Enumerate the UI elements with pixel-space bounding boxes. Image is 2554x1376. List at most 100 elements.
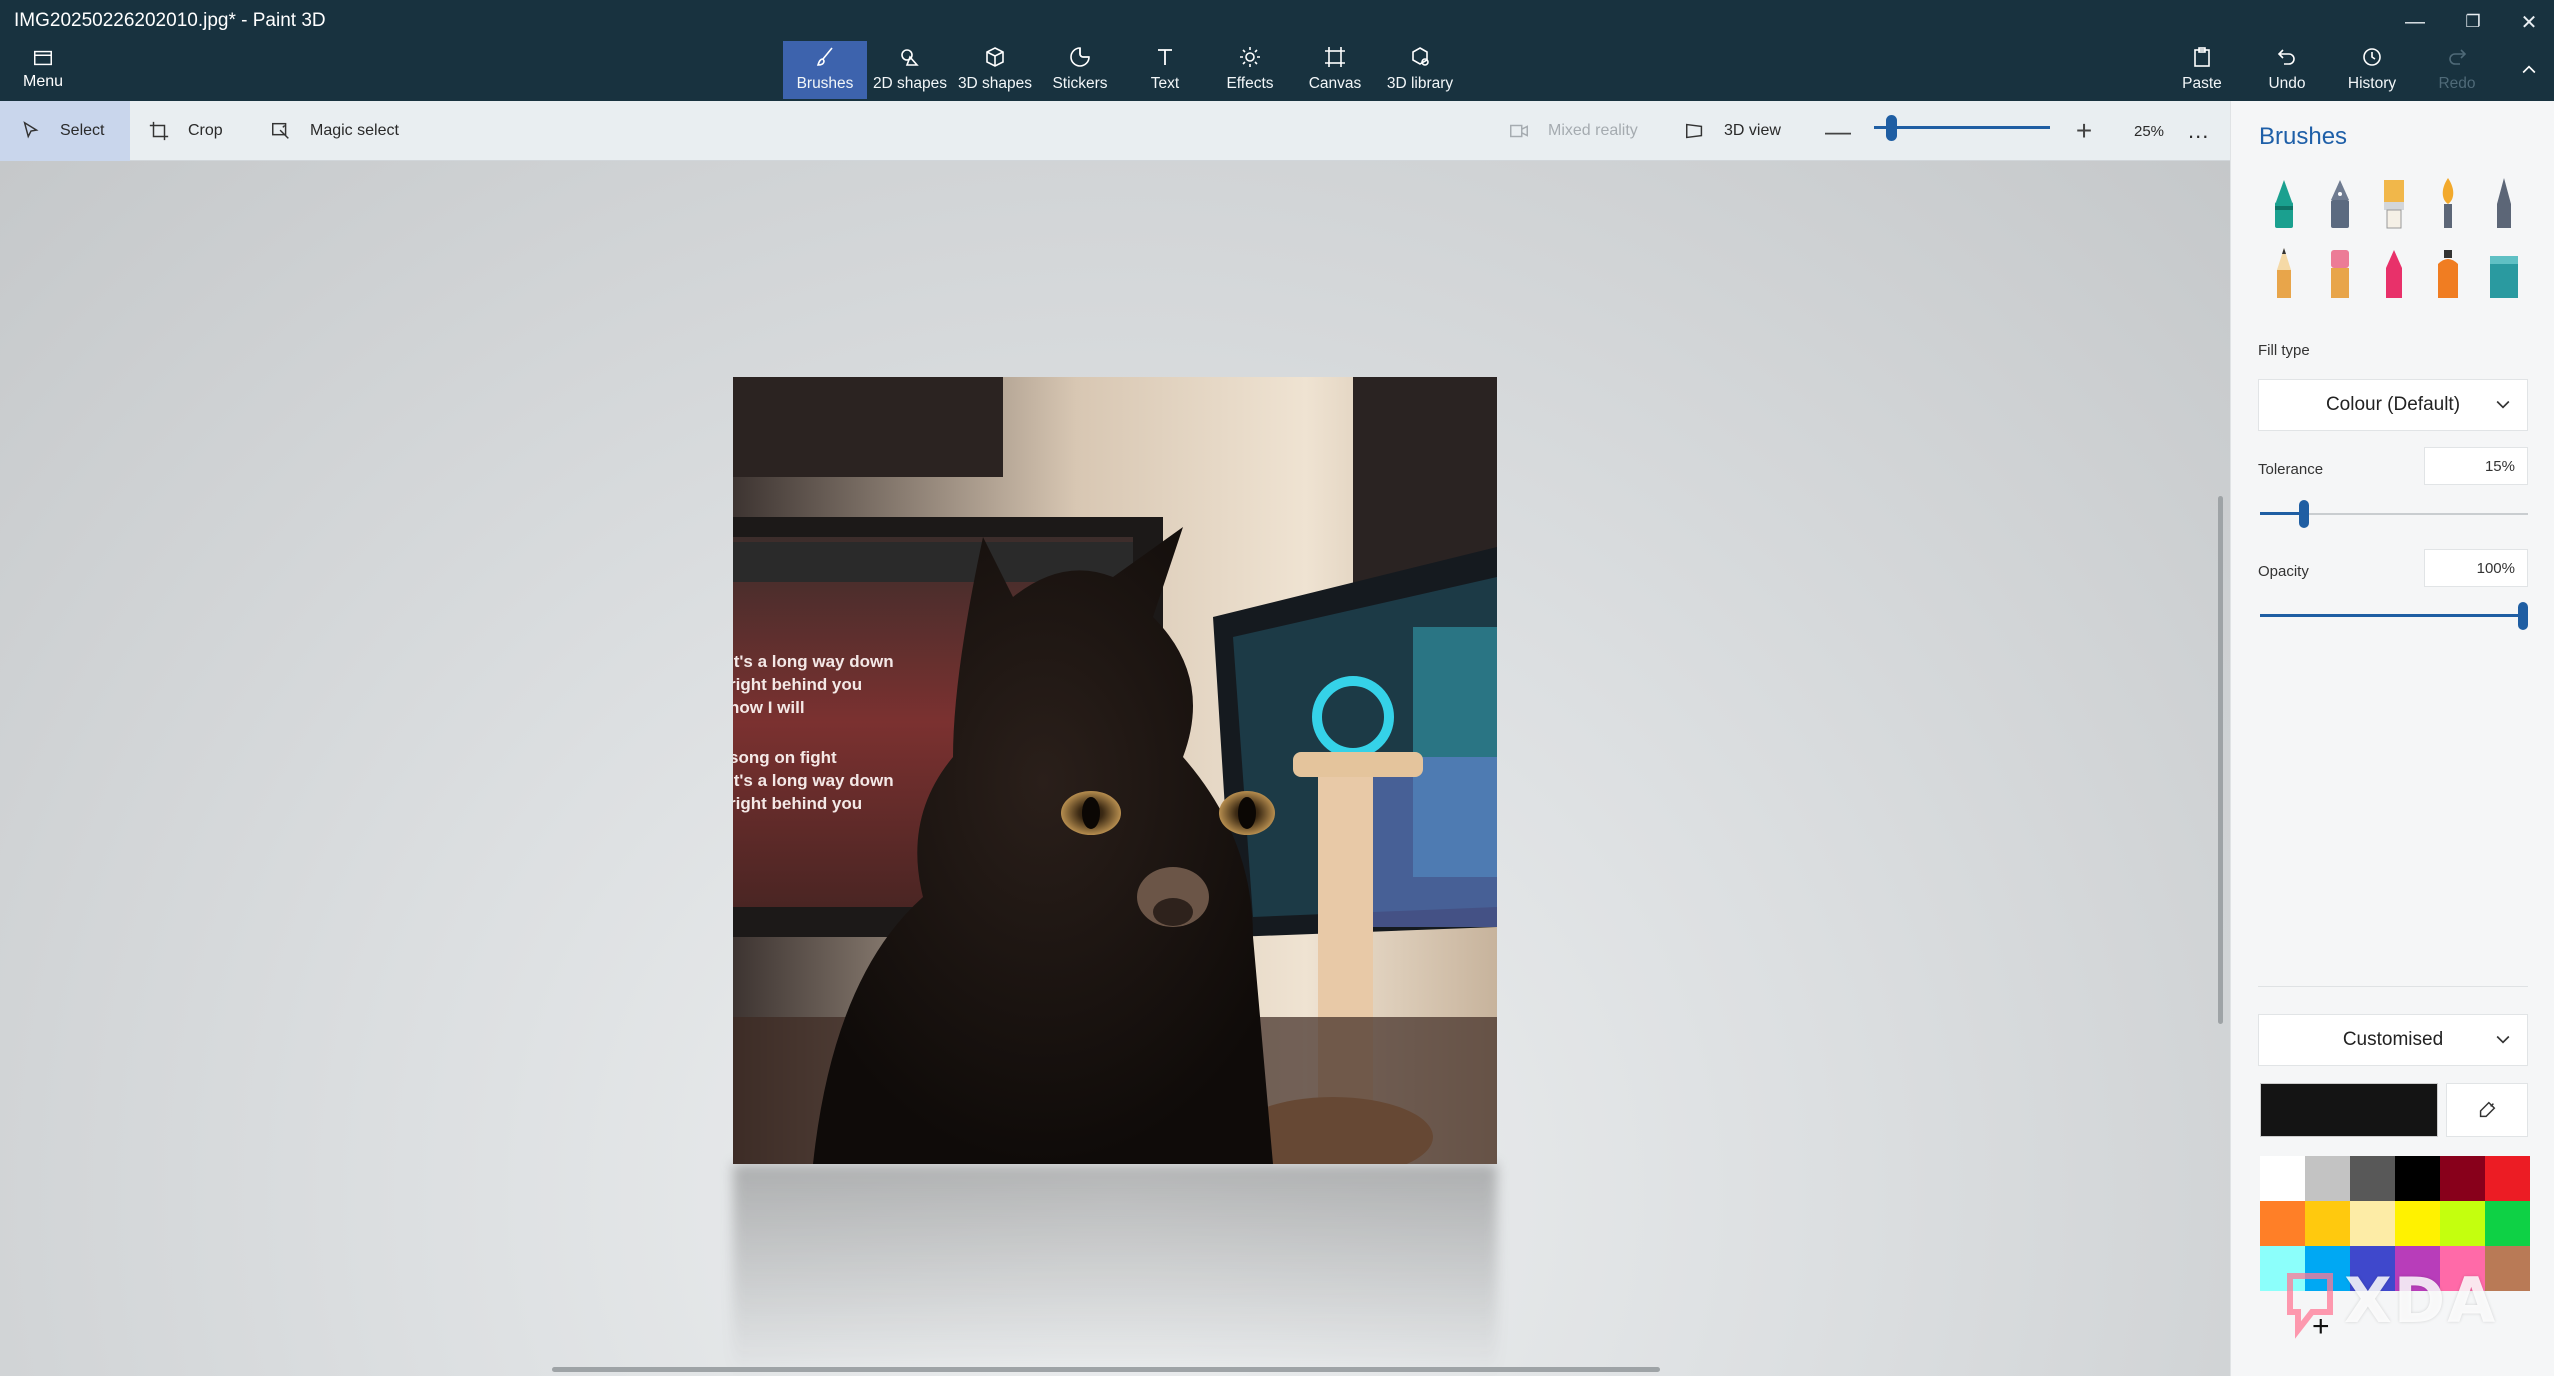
- calligraphy-pen-icon[interactable]: [2320, 176, 2360, 232]
- oil-brush-icon[interactable]: [2374, 176, 2414, 232]
- palette-swatch[interactable]: [2305, 1201, 2350, 1246]
- tab-3d-shapes[interactable]: 3D shapes: [953, 41, 1037, 99]
- palette-swatch[interactable]: [2260, 1201, 2305, 1246]
- undo-button[interactable]: Undo: [2245, 41, 2329, 99]
- cube-icon: [986, 47, 1004, 67]
- marker-brush-icon[interactable]: [2264, 176, 2304, 232]
- tab-brushes[interactable]: Brushes: [783, 41, 867, 99]
- tab-stickers[interactable]: Stickers: [1038, 41, 1122, 99]
- opacity-label: Opacity: [2258, 563, 2309, 580]
- collapse-ribbon-button[interactable]: [2502, 52, 2554, 88]
- sun-icon: [1240, 47, 1260, 67]
- mixed-reality-button[interactable]: Mixed reality: [1508, 101, 1638, 161]
- photo-text-line: It's a long way down: [733, 652, 894, 671]
- window-title: IMG20250226202010.jpg* - Paint 3D: [14, 10, 326, 31]
- palette-swatch[interactable]: [2350, 1156, 2395, 1201]
- pencil-brush-icon[interactable]: [2264, 246, 2304, 302]
- 3d-view-label: 3D view: [1724, 122, 1781, 139]
- tolerance-slider-thumb[interactable]: [2298, 500, 2309, 528]
- undo-icon: [2277, 49, 2295, 65]
- horizontal-scrollbar[interactable]: [552, 1367, 1660, 1372]
- paste-label: Paste: [2182, 75, 2222, 92]
- palette-swatch[interactable]: [2305, 1156, 2350, 1201]
- chevron-up-icon: [2522, 65, 2536, 74]
- tab-label: Text: [1150, 75, 1180, 92]
- tab-effects[interactable]: Effects: [1208, 41, 1292, 99]
- history-button[interactable]: History: [2330, 41, 2414, 99]
- color-mode-dropdown[interactable]: Customised: [2258, 1014, 2528, 1066]
- eyedropper-icon: [2479, 1101, 2496, 1118]
- 3d-view-button[interactable]: 3D view: [1684, 101, 1781, 161]
- palette-swatch[interactable]: [2485, 1201, 2530, 1246]
- pixel-pen-icon[interactable]: [2484, 176, 2524, 232]
- palette-swatch[interactable]: [2395, 1156, 2440, 1201]
- fill-bucket-icon[interactable]: [2484, 246, 2524, 302]
- tab-label: Stickers: [1052, 75, 1108, 92]
- restore-button[interactable]: ❐: [2446, 4, 2500, 40]
- palette-swatch[interactable]: [2260, 1156, 2305, 1201]
- cat-photo: It's a long way down right behind you no…: [733, 377, 1497, 1164]
- title-bar: IMG20250226202010.jpg* - Paint 3D — ❐ ✕ …: [0, 0, 2554, 101]
- fill-type-value: Colour (Default): [2325, 394, 2461, 415]
- palette-swatch[interactable]: [2350, 1201, 2395, 1246]
- menu-button[interactable]: Menu: [0, 40, 86, 98]
- color-mode-value: Customised: [2342, 1029, 2444, 1050]
- tolerance-label: Tolerance: [2258, 461, 2324, 478]
- current-color-swatch[interactable]: [2260, 1083, 2438, 1137]
- redo-button[interactable]: Redo: [2415, 41, 2499, 99]
- paste-button[interactable]: Paste: [2160, 41, 2244, 99]
- more-options-button[interactable]: ...: [2188, 101, 2209, 161]
- zoom-in-button[interactable]: +: [2072, 101, 2096, 161]
- tolerance-slider-fill: [2260, 512, 2304, 515]
- palette-swatch[interactable]: [2485, 1156, 2530, 1201]
- eyedropper-button[interactable]: [2446, 1083, 2528, 1137]
- palette-swatch[interactable]: [2440, 1156, 2485, 1201]
- crayon-brush-icon[interactable]: [2374, 246, 2414, 302]
- fill-type-dropdown[interactable]: Colour (Default): [2258, 379, 2528, 431]
- mixed-reality-icon: [1510, 124, 1528, 138]
- history-icon: [2363, 48, 2381, 66]
- magic-select-button[interactable]: Magic select: [270, 101, 399, 161]
- watercolour-brush-icon[interactable]: [2428, 176, 2468, 232]
- brush-icon: [816, 47, 833, 66]
- zoom-slider-thumb[interactable]: [1886, 115, 1897, 141]
- opacity-slider-fill: [2260, 614, 2523, 617]
- spray-can-icon[interactable]: [2428, 246, 2468, 302]
- tab-canvas[interactable]: Canvas: [1293, 41, 1377, 99]
- vertical-scrollbar[interactable]: [2218, 496, 2223, 1024]
- photo-text-line: it's a long way down: [733, 771, 894, 790]
- xda-watermark: XDA: [2344, 1264, 2498, 1337]
- paste-icon: [2194, 47, 2210, 67]
- palette-swatch[interactable]: [2440, 1201, 2485, 1246]
- menu-label: Menu: [22, 73, 64, 90]
- canvas-image[interactable]: It's a long way down right behind you no…: [733, 377, 1497, 1164]
- tab-2d-shapes[interactable]: 2D shapes: [868, 41, 952, 99]
- tolerance-input[interactable]: 15%: [2424, 447, 2528, 485]
- magic-select-label: Magic select: [310, 122, 399, 139]
- library-icon: [1412, 47, 1429, 66]
- crop-button[interactable]: Crop: [148, 101, 223, 161]
- tab-text[interactable]: Text: [1123, 41, 1207, 99]
- zoom-level: 25%: [2134, 122, 2165, 140]
- close-button[interactable]: ✕: [2502, 4, 2554, 40]
- canvas-reflection: [733, 1164, 1497, 1374]
- eraser-brush-icon[interactable]: [2320, 246, 2360, 302]
- redo-icon: [2449, 49, 2467, 65]
- tab-3d-library[interactable]: 3D library: [1378, 41, 1462, 99]
- tab-label: Effects: [1226, 75, 1274, 92]
- zoom-slider-track[interactable]: [1874, 126, 2050, 129]
- minimize-button[interactable]: —: [2388, 4, 2442, 40]
- opacity-slider-thumb[interactable]: [2518, 602, 2528, 630]
- zoom-out-button[interactable]: —: [1825, 101, 1851, 161]
- select-button[interactable]: Select: [0, 101, 130, 161]
- opacity-input[interactable]: 100%: [2424, 549, 2528, 587]
- photo-text-line: song on fight: [733, 748, 837, 767]
- sticker-icon: [1070, 47, 1090, 67]
- select-label: Select: [60, 122, 105, 139]
- tab-label: 3D library: [1386, 75, 1454, 92]
- redo-label: Redo: [2438, 75, 2476, 92]
- panel-divider: [2258, 986, 2528, 987]
- tab-label: 3D shapes: [957, 75, 1033, 92]
- palette-swatch[interactable]: [2395, 1201, 2440, 1246]
- history-label: History: [2347, 75, 2397, 92]
